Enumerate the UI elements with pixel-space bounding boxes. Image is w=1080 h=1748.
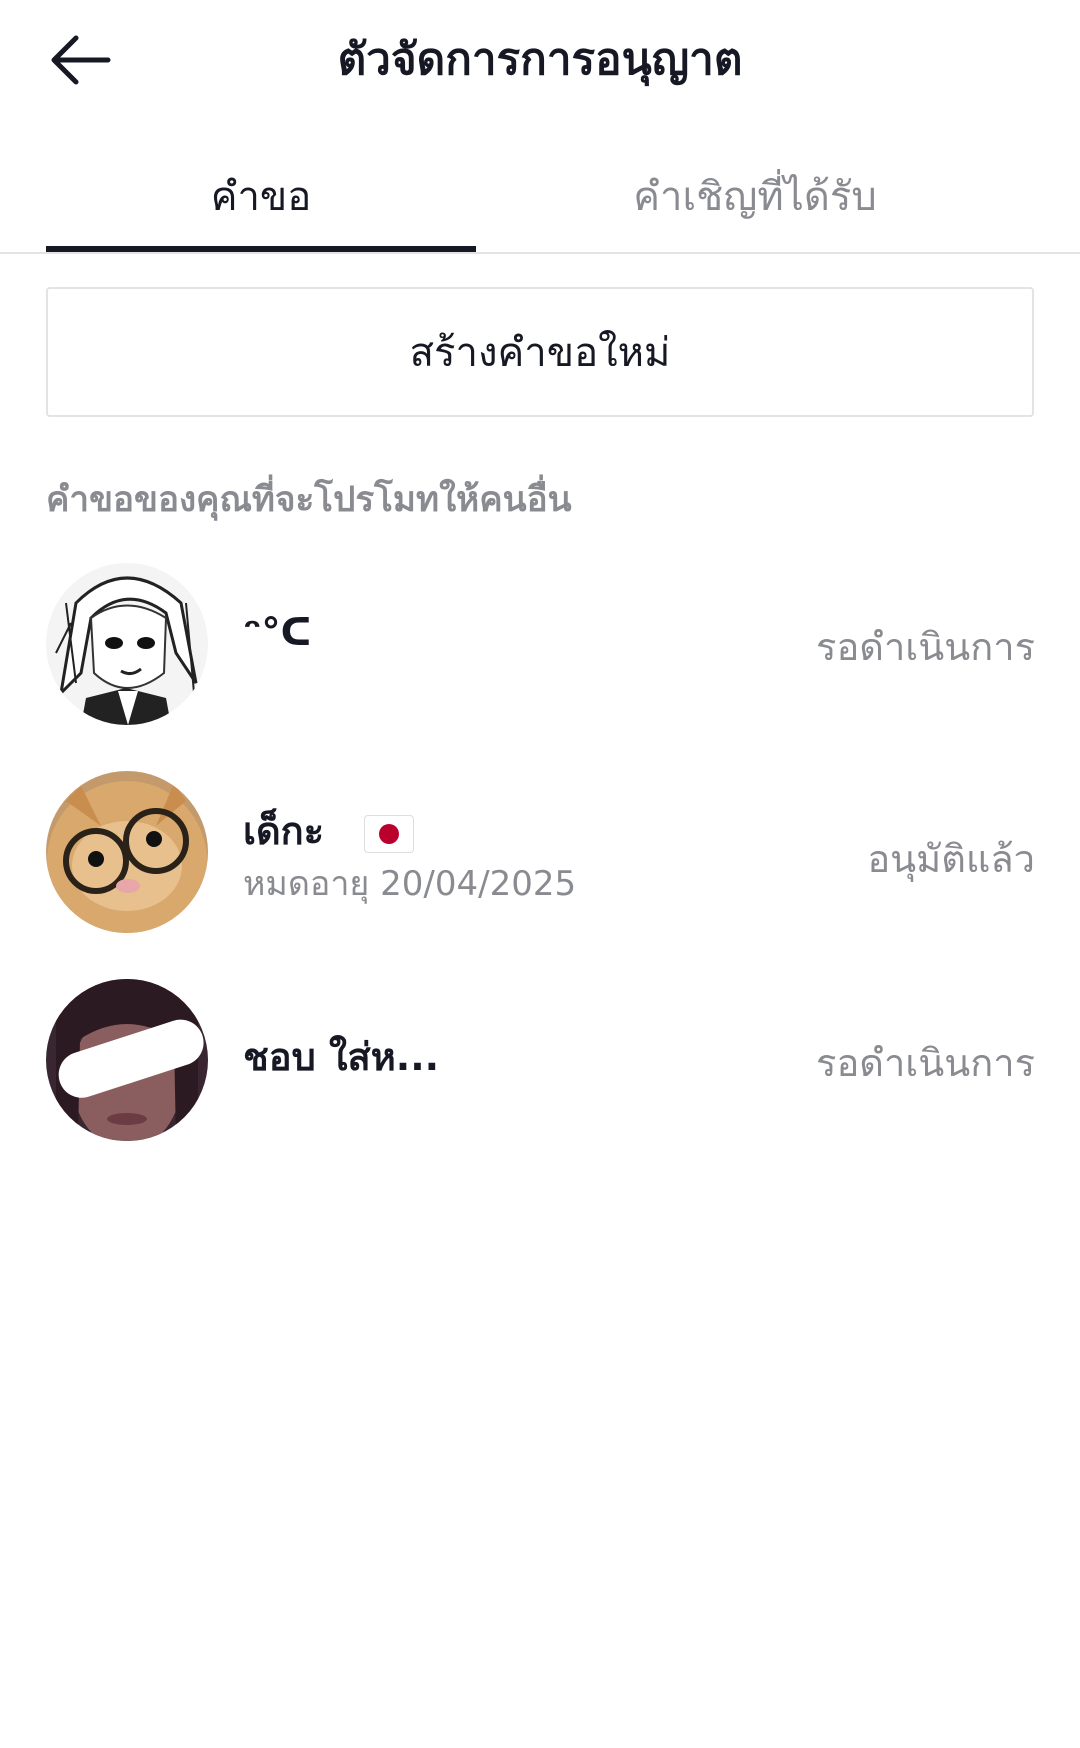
avatar xyxy=(46,771,208,933)
tab-received-invites[interactable]: คำเชิญที่ได้รับ xyxy=(540,140,970,252)
expiry-date: หมดอายุ 20/04/2025 xyxy=(243,864,577,904)
create-new-request-button[interactable]: สร้างคำขอใหม่ xyxy=(46,287,1034,417)
request-row[interactable]: เด็กะ หมดอายุ 20/04/2025 อนุมัติแล้ว xyxy=(0,766,1080,936)
avatar xyxy=(46,563,208,725)
request-status: รอดำเนินการ xyxy=(816,625,1035,669)
active-tab-indicator xyxy=(46,246,476,252)
request-name: เด็กะ xyxy=(243,800,415,861)
japan-flag-icon xyxy=(364,814,415,853)
request-name: ᵔ°ᑕ xyxy=(243,610,312,654)
tab-bar: คำขอ คำเชิญที่ได้รับ xyxy=(0,140,1080,254)
top-bar: ตัวจัดการการอนุญาต xyxy=(0,0,1080,120)
request-row[interactable]: ชอบ ใส่ห... รอดำเนินการ xyxy=(0,974,1080,1144)
request-status: อนุมัติแล้ว xyxy=(867,837,1035,881)
avatar xyxy=(46,979,208,1141)
request-row[interactable]: ᵔ°ᑕ รอดำเนินการ xyxy=(0,558,1080,728)
page-title: ตัวจัดการการอนุญาต xyxy=(337,34,743,85)
tab-requests[interactable]: คำขอ xyxy=(46,140,476,252)
request-name: ชอบ ใส่ห... xyxy=(243,1035,440,1079)
section-heading: คำขอของคุณที่จะโปรโมทให้คนอื่น xyxy=(46,480,572,520)
request-status: รอดำเนินการ xyxy=(816,1041,1035,1085)
